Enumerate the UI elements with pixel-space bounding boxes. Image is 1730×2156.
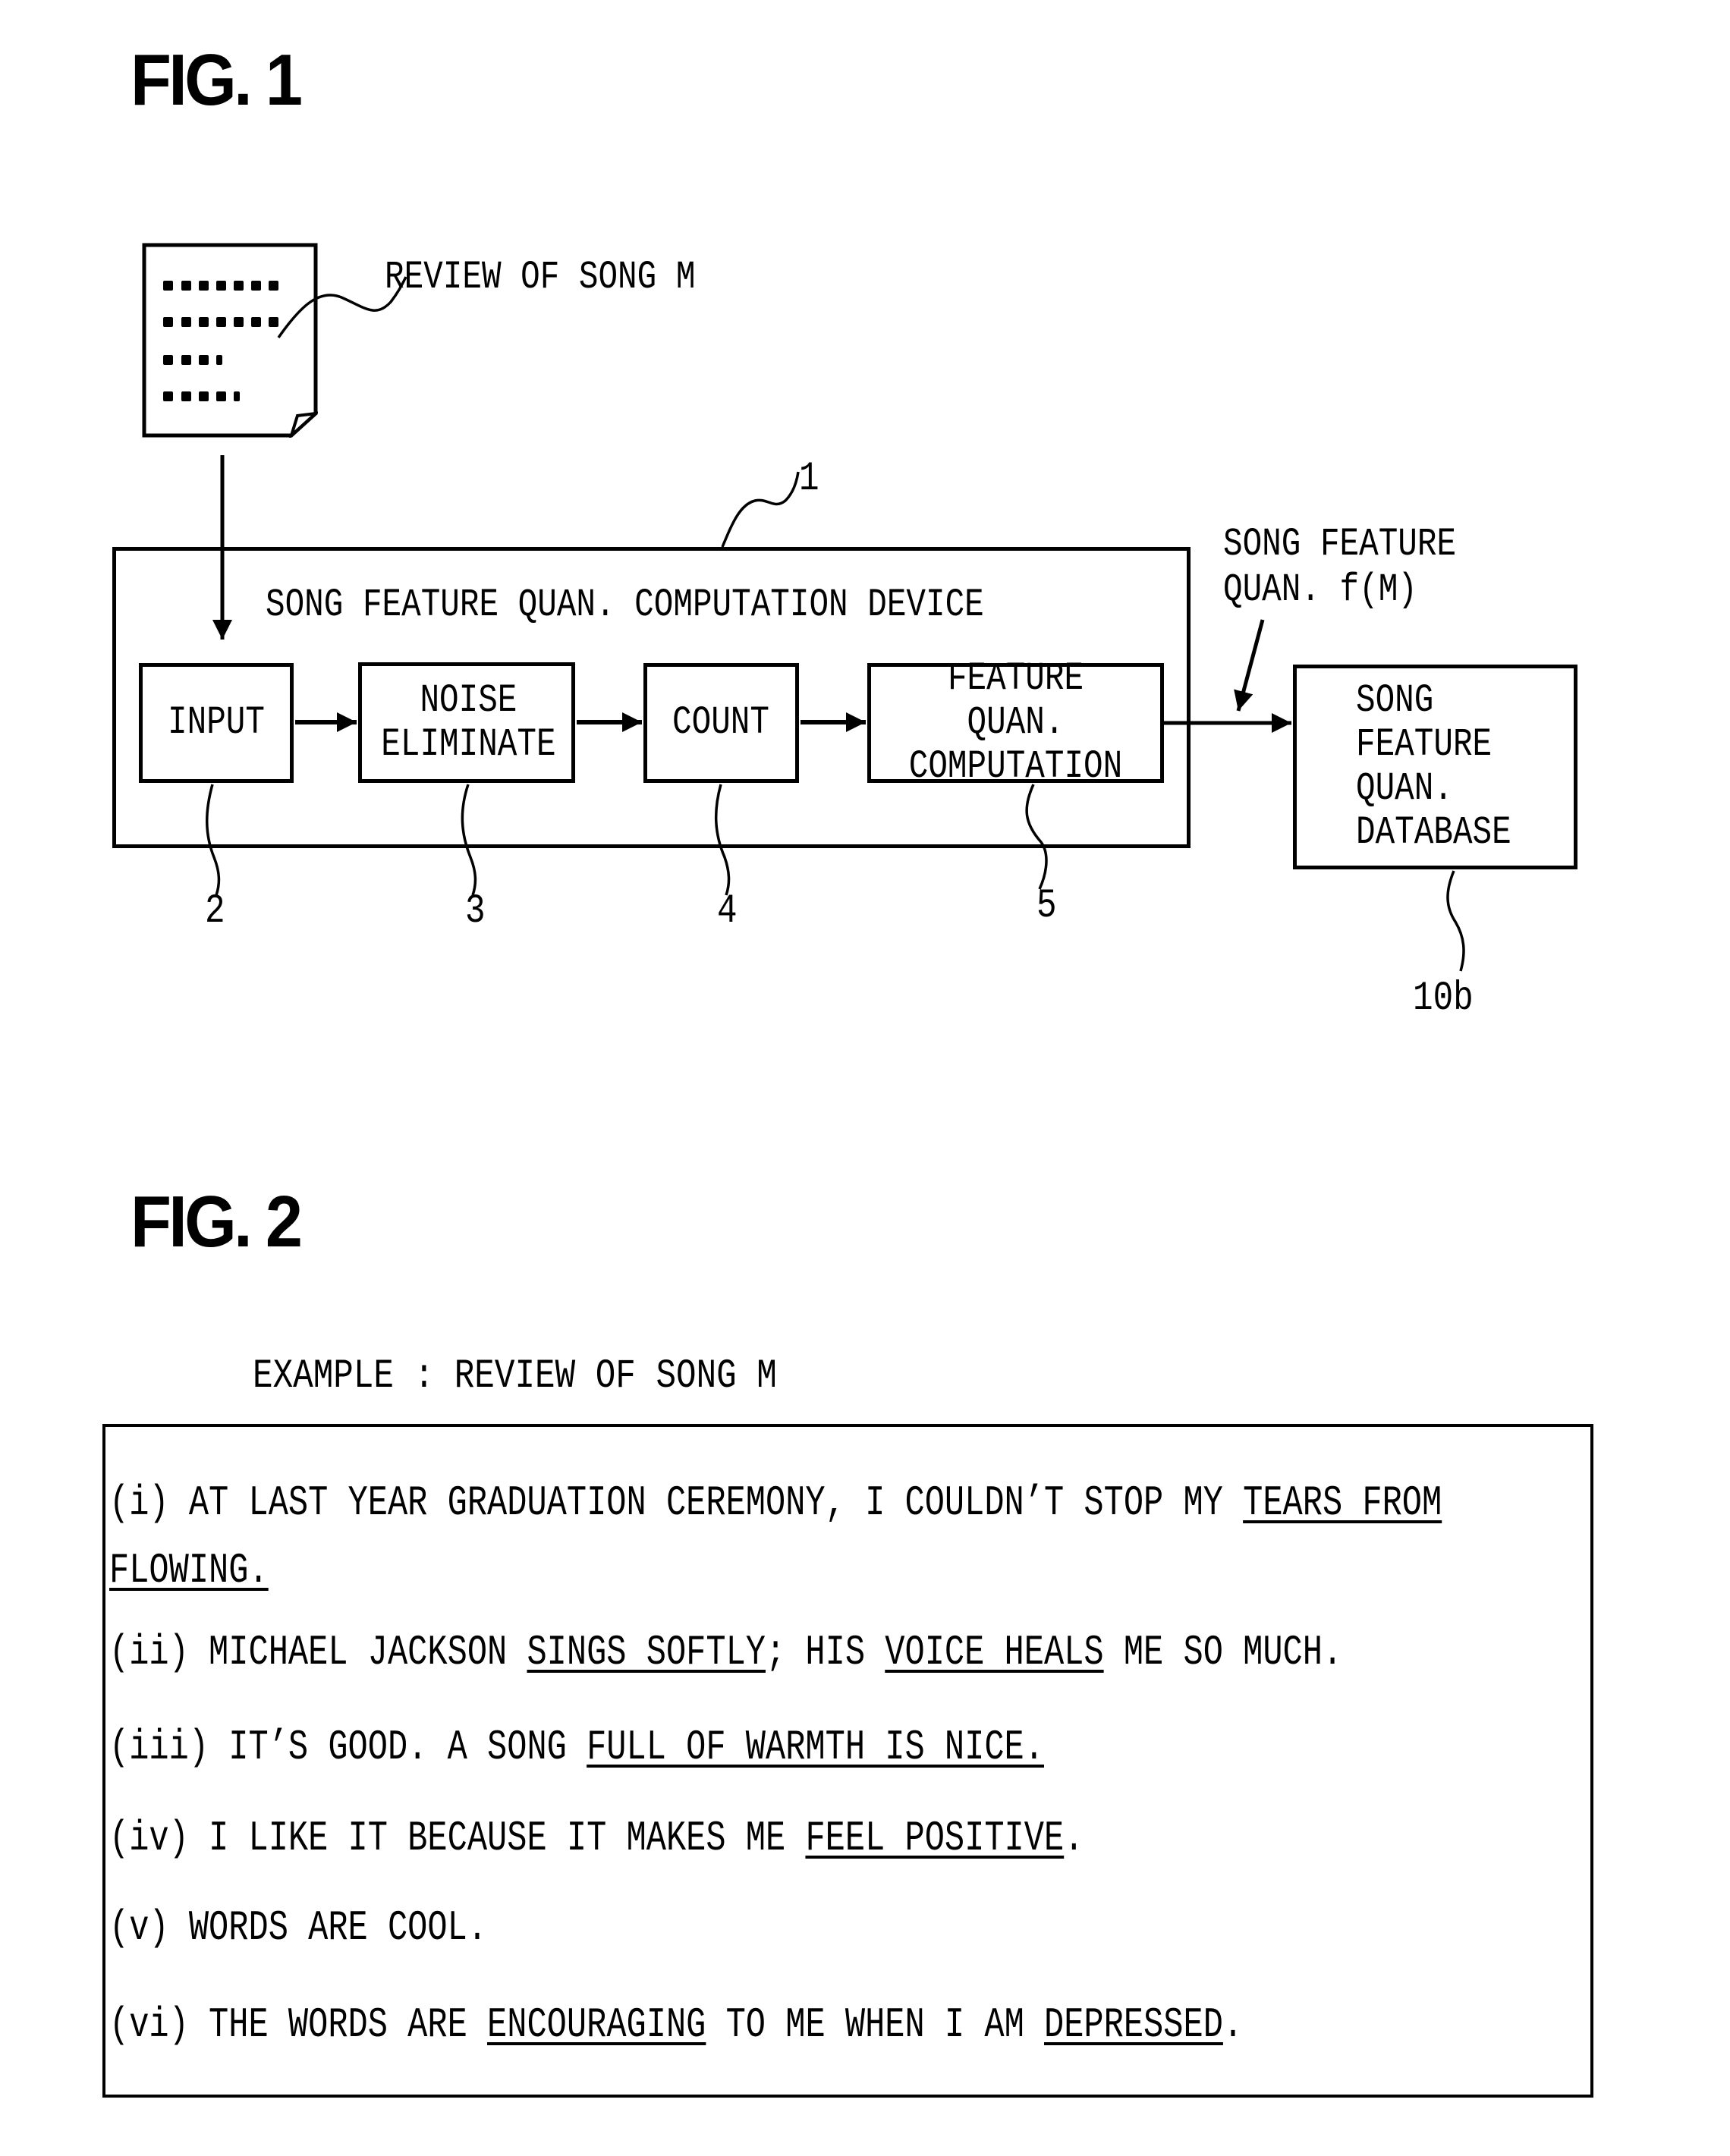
document-icon: [142, 243, 321, 441]
underlined-phrase: FLOWING.: [109, 1546, 269, 1595]
sentence-text: (iii) IT’S GOOD. A SONG: [109, 1723, 587, 1771]
noise-eliminate-block-label: NOISE ELIMINATE: [381, 677, 556, 767]
fig2-caption: EXAMPLE : REVIEW OF SONG M: [253, 1353, 777, 1400]
output-label-line2: QUAN. f(M): [1223, 567, 1417, 612]
document-label: REVIEW OF SONG M: [385, 255, 696, 300]
input-block-label: INPUT: [168, 700, 265, 745]
count-block: COUNT: [643, 663, 799, 783]
sentence-text: (i) AT LAST YEAR GRADUATION CEREMONY, I …: [109, 1479, 1244, 1527]
device-ref: 1: [799, 456, 819, 502]
input-block: INPUT: [139, 663, 294, 783]
underlined-phrase: DEPRESSED: [1043, 2000, 1223, 2049]
fig1-title: FIG. 1: [131, 39, 303, 121]
sentence-text: (ii) MICHAEL JACKSON: [109, 1628, 527, 1677]
review-sentence-vi: (vi) THE WORDS ARE ENCOURAGING TO ME WHE…: [109, 2004, 1243, 2046]
underlined-phrase: SINGS SOFTLY: [527, 1628, 766, 1677]
review-sentence-iii: (iii) IT’S GOOD. A SONG FULL OF WARMTH I…: [109, 1726, 1044, 1768]
sentence-text: TO ME WHEN I AM: [706, 2000, 1044, 2049]
count-block-label: COUNT: [672, 700, 770, 745]
count-block-ref: 4: [717, 888, 738, 935]
sentence-text: (vi) THE WORDS ARE: [109, 2000, 488, 2049]
underlined-phrase: ENCOURAGING: [487, 2000, 706, 2049]
feature-quan-computation-block-label: FEATURE QUAN. COMPUTATION: [908, 656, 1123, 789]
sentence-text: ; HIS: [766, 1628, 885, 1677]
review-sentence-i: (i) AT LAST YEAR GRADUATION CEREMONY, I …: [109, 1482, 1442, 1524]
sentence-text: (iv) I LIKE IT BECAUSE IT MAKES ME: [109, 1814, 806, 1862]
sentence-text: ME SO MUCH.: [1103, 1628, 1343, 1677]
underlined-phrase: FEEL POSITIVE: [805, 1814, 1065, 1862]
database-ref: 10b: [1413, 976, 1474, 1022]
output-label-line1: SONG FEATURE: [1223, 522, 1457, 567]
noise-eliminate-block-ref: 3: [465, 888, 486, 935]
review-sentence-i-cont: FLOWING.: [109, 1549, 269, 1592]
input-block-ref: 2: [205, 888, 225, 935]
song-feature-database-block: SONG FEATURE QUAN. DATABASE: [1293, 665, 1577, 869]
database-block-label: SONG FEATURE QUAN. DATABASE: [1356, 678, 1511, 855]
device-title: SONG FEATURE QUAN. COMPUTATION DEVICE: [266, 583, 984, 627]
arrow-output-label-pointer: [1234, 619, 1265, 712]
underlined-phrase: VOICE HEALS: [885, 1628, 1104, 1677]
leader-device-ref: [721, 471, 800, 548]
review-sentence-v: (v) WORDS ARE COOL.: [109, 1906, 487, 1949]
sentence-text: (v) WORDS ARE COOL.: [109, 1903, 488, 1952]
underlined-phrase: TEARS FROM: [1243, 1479, 1442, 1527]
underlined-phrase: FULL OF WARMTH IS NICE.: [587, 1723, 1044, 1771]
sentence-text: .: [1222, 2000, 1244, 2049]
fig2-title: FIG. 2: [131, 1181, 303, 1262]
noise-eliminate-block: NOISE ELIMINATE: [358, 662, 575, 783]
feature-quan-computation-block-ref: 5: [1036, 883, 1057, 929]
sentence-text: .: [1064, 1814, 1084, 1862]
review-sentence-iv: (iv) I LIKE IT BECAUSE IT MAKES ME FEEL …: [109, 1817, 1084, 1859]
feature-quan-computation-block: FEATURE QUAN. COMPUTATION: [867, 657, 1164, 789]
leader-database-ref: [1446, 870, 1465, 972]
review-sentence-ii: (ii) MICHAEL JACKSON SINGS SOFTLY; HIS V…: [109, 1631, 1342, 1674]
